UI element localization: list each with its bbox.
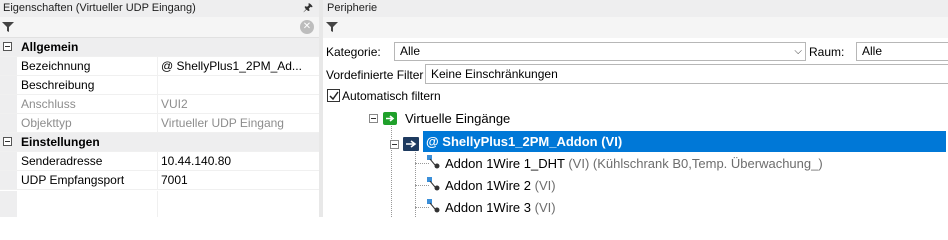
tree-item-selected[interactable]: @ ShellyPlus1_2PM_Addon (VI) (423, 131, 946, 152)
auto-filter-label: Automatisch filtern (342, 89, 441, 103)
property-value: Virtueller UDP Eingang (161, 116, 284, 130)
periphery-panel-title: Peripherie (327, 2, 378, 14)
property-name: Anschluss (21, 97, 76, 111)
tree-item-selected-label: @ ShellyPlus1_2PM_Addon (VI) (426, 134, 623, 149)
tree-item[interactable]: Addon 1Wire 3 (VI) (445, 197, 556, 218)
property-value: VUI2 (161, 97, 188, 111)
section-einstellungen[interactable]: Einstellungen (0, 133, 319, 152)
clear-filter-icon[interactable]: ✕ (300, 20, 314, 34)
auto-filter-checkbox[interactable] (327, 89, 340, 102)
tree-item-label: Addon 1Wire 1_DHT (445, 156, 565, 171)
tree-item[interactable]: Addon 1Wire 1_DHT (VI) (Kühlschrank B0,T… (445, 153, 823, 174)
property-name: Senderadresse (21, 154, 103, 168)
property-row-udp-empfangsport[interactable]: UDP Empfangsport 7001 (0, 171, 319, 190)
section-title: Allgemein (21, 40, 79, 54)
properties-panel-title: Eigenschaften (Virtueller UDP Eingang) (3, 2, 196, 14)
vordefinierte-filter-label: Vordefinierte Filter (326, 68, 424, 82)
collapse-icon[interactable] (3, 137, 12, 146)
property-row-bezeichnung[interactable]: Bezeichnung @ ShellyPlus1_2PM_Ad... (0, 57, 319, 76)
raum-label: Raum: (809, 45, 845, 59)
section-allgemein[interactable]: Allgemein (0, 38, 319, 57)
property-value[interactable]: 7001 (161, 173, 311, 187)
kategorie-select[interactable]: Alle ⌵ (394, 42, 806, 61)
raum-select[interactable]: Alle (856, 42, 948, 61)
property-grid: Allgemein Bezeichnung @ ShellyPlus1_2PM_… (0, 38, 319, 190)
tree-group-virtuelle-eingaenge[interactable]: Virtuelle Eingänge (405, 108, 510, 129)
kategorie-value: Alle (400, 44, 421, 58)
input-node-icon (427, 199, 441, 213)
property-row-beschreibung[interactable]: Beschreibung (0, 76, 319, 95)
vordefinierte-filter-value: Keine Einschränkungen (431, 67, 558, 81)
property-row-objekttyp: Objekttyp Virtueller UDP Eingang (0, 114, 319, 133)
virtual-input-icon (403, 137, 419, 151)
property-row-senderadresse[interactable]: Senderadresse 10.44.140.80 (0, 152, 319, 171)
periphery-panel-header: Peripherie (323, 0, 948, 17)
tree-item-suffix: (VI) (534, 178, 556, 193)
tree-item-suffix: (VI) (534, 200, 556, 215)
pin-icon[interactable]: 🖈︎ (303, 0, 313, 17)
group-folder-icon (383, 112, 397, 125)
property-name: UDP Empfangsport (21, 173, 125, 187)
tree-item[interactable]: Addon 1Wire 2 (VI) (445, 175, 556, 196)
property-name: Bezeichnung (21, 59, 91, 73)
tree-item-label: Addon 1Wire 2 (445, 178, 531, 193)
vordefinierte-filter-field[interactable]: Keine Einschränkungen (425, 64, 948, 84)
tree-collapse-icon[interactable] (369, 114, 378, 123)
periphery-filter-bar[interactable] (323, 17, 948, 38)
collapse-icon[interactable] (3, 42, 12, 51)
input-node-icon (427, 155, 441, 169)
property-name: Beschreibung (21, 78, 95, 92)
properties-panel-header: Eigenschaften (Virtueller UDP Eingang) 🖈… (0, 0, 319, 17)
property-row-anschluss: Anschluss VUI2 (0, 95, 319, 114)
section-title: Einstellungen (21, 135, 100, 149)
property-name: Objekttyp (21, 116, 72, 130)
properties-filter-bar[interactable]: ✕ (0, 17, 319, 38)
periphery-panel: Peripherie Kategorie: Alle ⌵ Raum: Alle … (323, 0, 948, 217)
property-value[interactable]: @ ShellyPlus1_2PM_Ad... (161, 59, 311, 73)
kategorie-label: Kategorie: (326, 45, 381, 59)
tree-collapse-icon[interactable] (390, 140, 399, 149)
filter-funnel-icon[interactable] (2, 21, 14, 33)
property-value[interactable]: 10.44.140.80 (161, 154, 311, 168)
input-node-icon (427, 177, 441, 191)
raum-value: Alle (862, 44, 883, 58)
tree-item-suffix: (VI) (Kühlschrank B0,Temp. Überwachung_) (568, 156, 823, 171)
properties-panel: Eigenschaften (Virtueller UDP Eingang) 🖈… (0, 0, 319, 217)
chevron-down-icon: ⌵ (794, 46, 802, 57)
tree-item-label: Addon 1Wire 3 (445, 200, 531, 215)
filter-funnel-icon[interactable] (326, 21, 338, 33)
